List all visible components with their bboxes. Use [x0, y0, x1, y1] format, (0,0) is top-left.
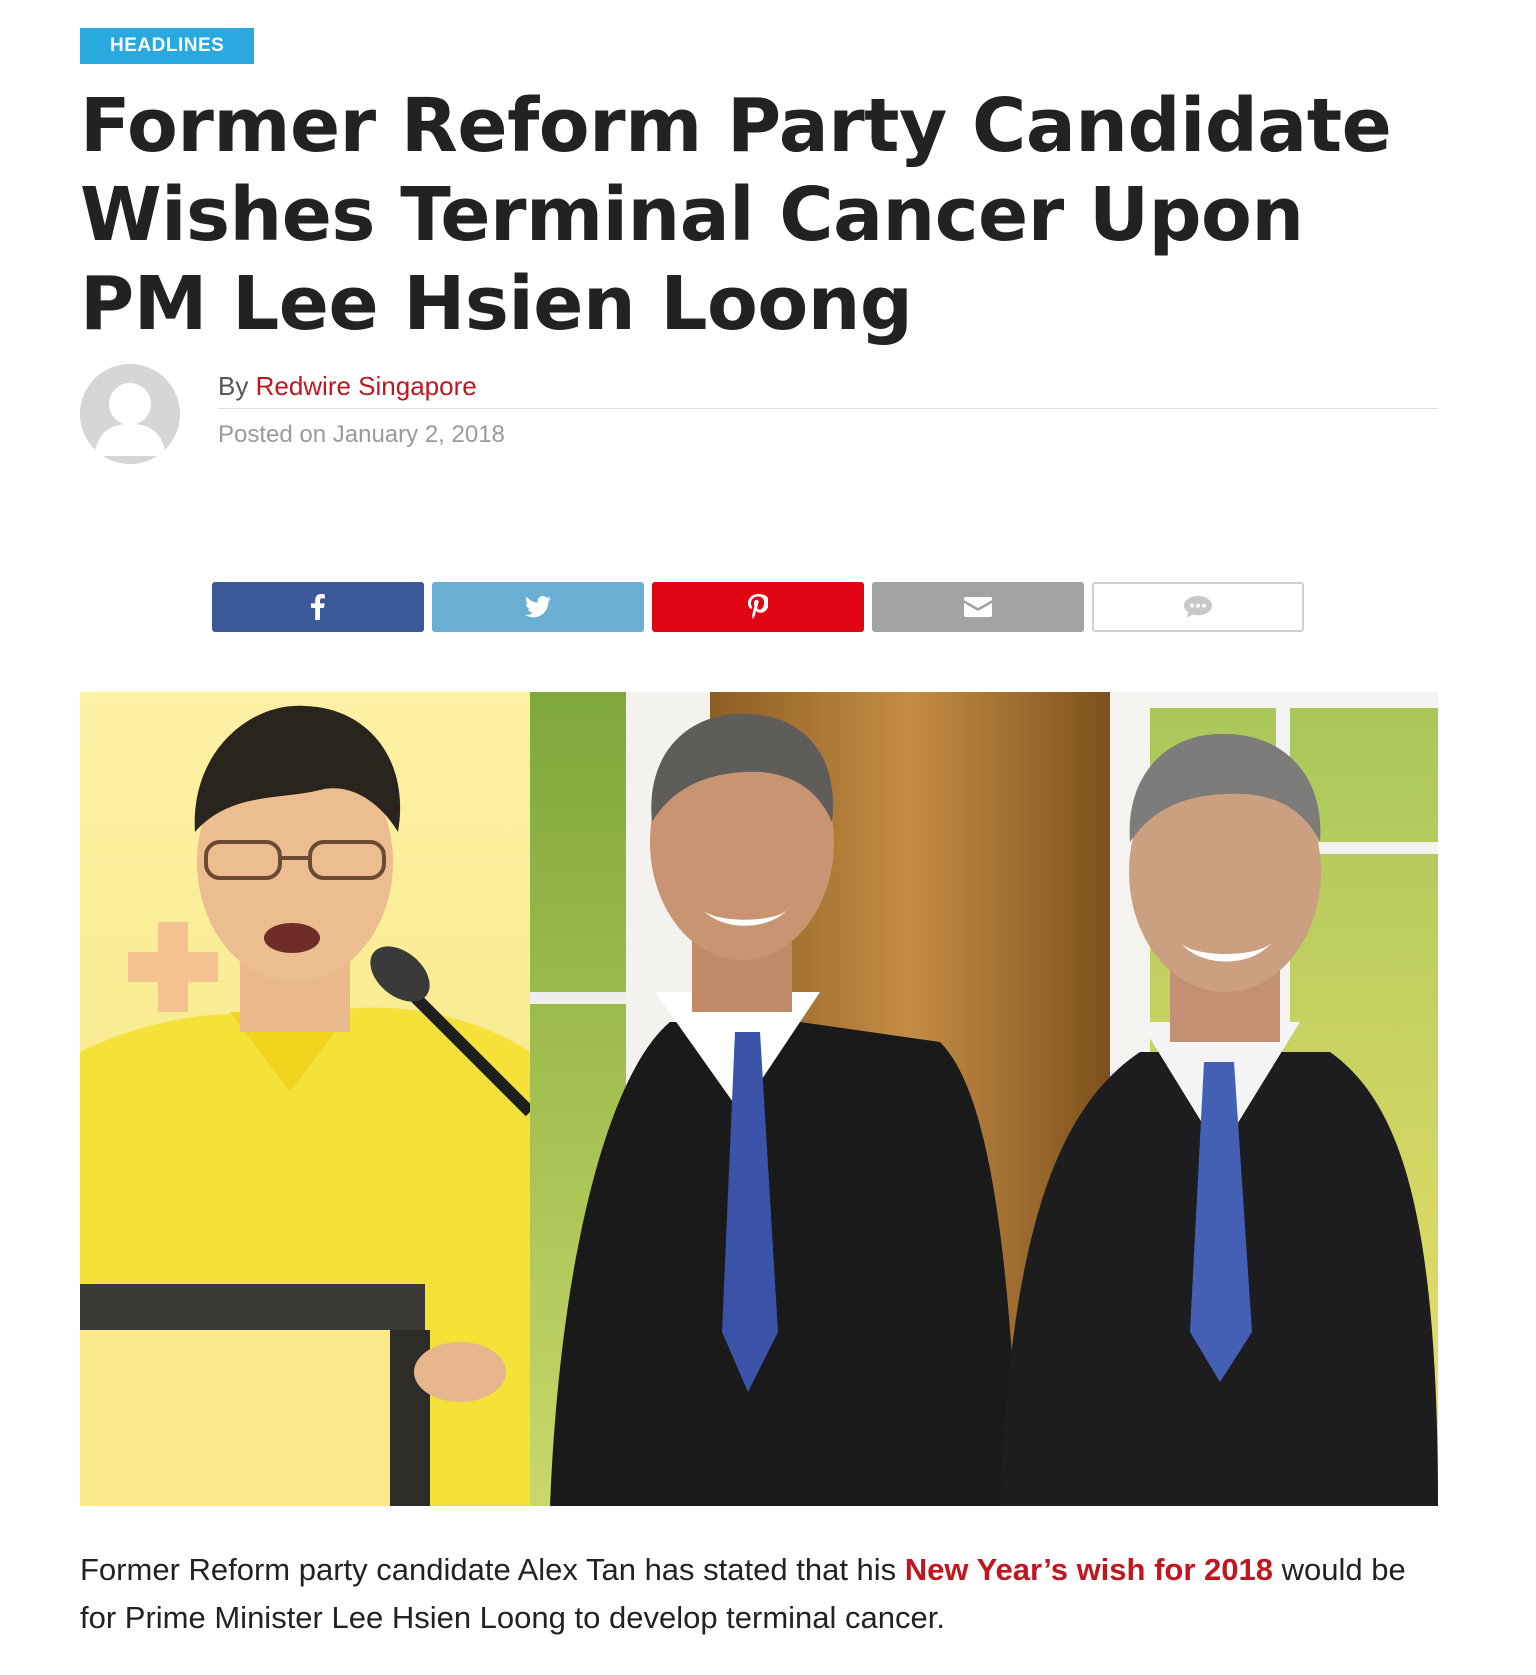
twitter-icon: [525, 596, 551, 618]
pinterest-icon: [748, 594, 768, 619]
article-body: Former Reform party candidate Alex Tan h…: [80, 1546, 1438, 1642]
avatar[interactable]: [80, 364, 180, 464]
post-date: Posted on January 2, 2018: [218, 421, 1438, 449]
author-block: By Redwire Singapore Posted on January 2…: [80, 364, 1438, 464]
avatar-placeholder-icon: [80, 364, 180, 464]
facebook-share-button[interactable]: [212, 582, 424, 632]
posted-prefix: Posted on: [218, 421, 327, 448]
byline-prefix: By: [218, 371, 249, 401]
comment-icon: [1184, 596, 1212, 618]
featured-image: [80, 692, 1438, 1506]
facebook-icon: [311, 594, 325, 620]
author-meta: By Redwire Singapore Posted on January 2…: [218, 364, 1438, 449]
author-link[interactable]: Redwire Singapore: [256, 371, 477, 401]
featured-image-illustration: [80, 692, 1438, 1506]
email-icon: [964, 597, 992, 617]
body-text-before: Former Reform party candidate Alex Tan h…: [80, 1552, 905, 1587]
pinterest-share-button[interactable]: [652, 582, 864, 632]
body-highlight-link[interactable]: New Year’s wish for 2018: [905, 1552, 1273, 1587]
share-bar: [212, 582, 1304, 632]
byline: By Redwire Singapore: [218, 364, 1438, 409]
email-share-button[interactable]: [872, 582, 1084, 632]
date-value: January 2, 2018: [332, 421, 505, 448]
twitter-share-button[interactable]: [432, 582, 644, 632]
category-tag[interactable]: HEADLINES: [80, 28, 255, 64]
comments-button[interactable]: [1092, 582, 1304, 632]
article-title: Former Reform Party Candidate Wishes Ter…: [80, 83, 1392, 347]
